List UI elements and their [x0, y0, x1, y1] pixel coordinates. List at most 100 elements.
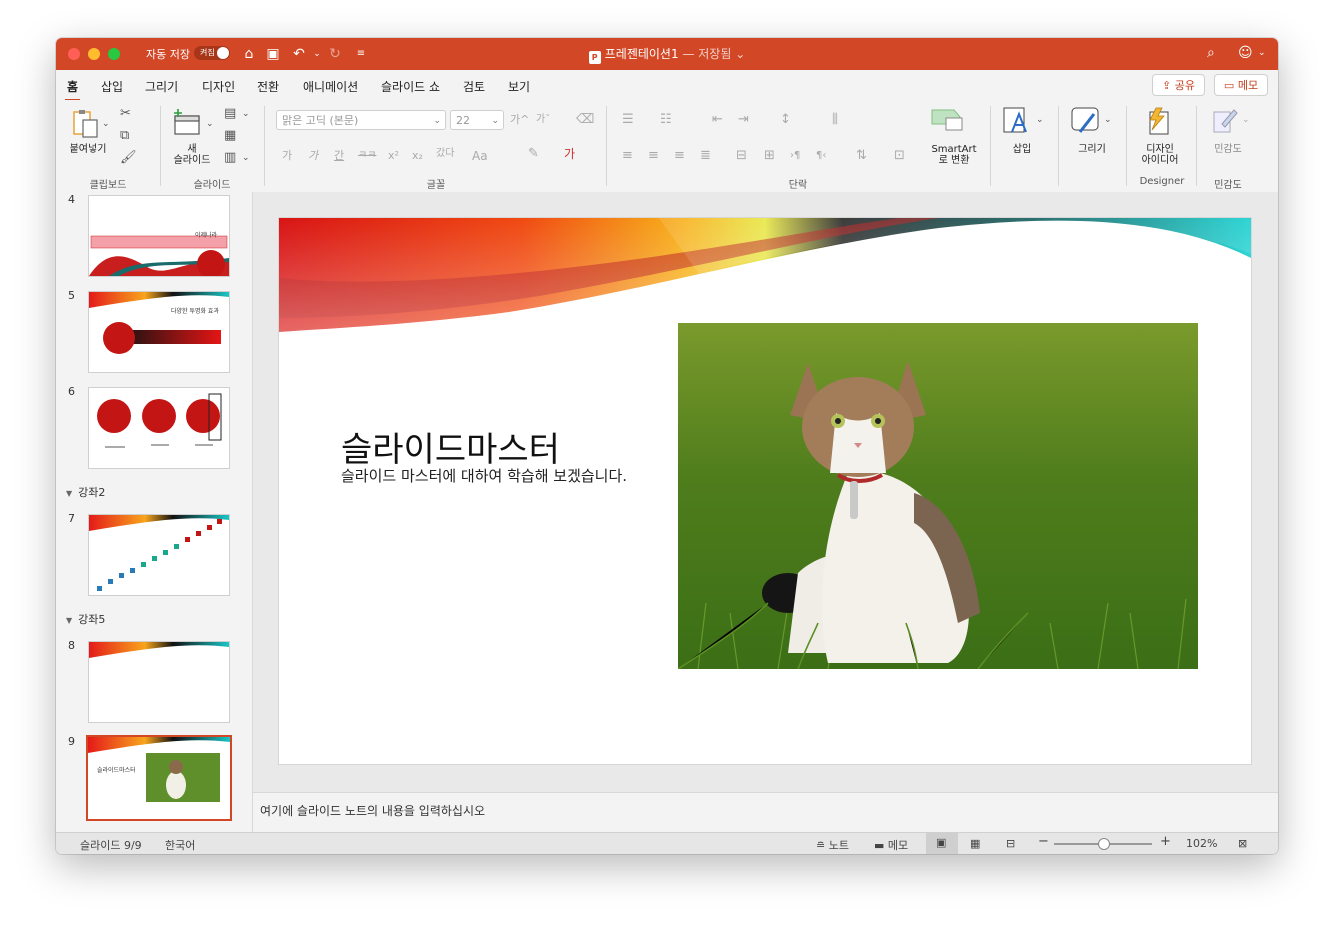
tab-review[interactable]: 검토: [463, 78, 485, 95]
zoom-out-icon[interactable]: −: [1038, 834, 1049, 849]
slide-thumbnail-7[interactable]: [88, 514, 230, 596]
new-slide-dropdown-icon[interactable]: ⌄: [206, 116, 214, 132]
tab-design[interactable]: 디자인: [202, 78, 235, 95]
shrink-font-icon[interactable]: 가ˇ: [536, 112, 550, 128]
slide-thumbnail-4[interactable]: 이제나라: [88, 195, 230, 277]
section-icon[interactable]: ▥: [224, 150, 236, 166]
tab-slide-show[interactable]: 슬라이드 쇼: [381, 78, 440, 95]
columns-icon[interactable]: ⫼: [832, 112, 838, 128]
text-box-icon[interactable]: [1002, 106, 1032, 136]
align-right-icon[interactable]: ≡: [674, 148, 685, 164]
subscript-icon[interactable]: x₂: [412, 148, 423, 164]
italic-icon[interactable]: 가: [308, 148, 318, 164]
comments-button[interactable]: ▭ 메모: [1214, 74, 1268, 96]
change-case-icon[interactable]: Aa: [472, 148, 488, 164]
text-direction-icon[interactable]: ⇅: [856, 148, 867, 164]
normal-view-button[interactable]: ▣: [926, 833, 958, 854]
rtl-icon[interactable]: ¶‹: [816, 148, 826, 164]
slide-thumbnail-9[interactable]: 슬라이드마스터: [86, 735, 232, 821]
tab-animations[interactable]: 애니메이션: [303, 78, 358, 95]
character-spacing-icon[interactable]: 갔다: [436, 146, 454, 162]
slide-title[interactable]: 슬라이드마스터: [341, 422, 560, 471]
insert-dropdown-icon[interactable]: ⌄: [1036, 112, 1044, 128]
font-name-select[interactable]: 맑은 고딕 (본문) ⌄: [276, 110, 446, 130]
smartart-label[interactable]: SmartArt 로 변환: [926, 144, 982, 166]
notes-toggle[interactable]: ≘ 노트: [816, 837, 849, 853]
slide-thumbnail-5[interactable]: 다양한 투명화 효과: [88, 291, 230, 373]
bullets-icon[interactable]: ☰: [622, 112, 634, 128]
smartart-icon[interactable]: [930, 106, 966, 132]
layout-icon[interactable]: ▤: [224, 106, 236, 122]
decrease-indent-icon[interactable]: ⇤: [712, 112, 723, 128]
slide-sorter-icon[interactable]: ▦: [970, 837, 980, 850]
sensitivity-dropdown-icon[interactable]: ⌄: [1242, 112, 1250, 128]
zoom-in-icon[interactable]: +: [1160, 834, 1171, 849]
cat-photo[interactable]: [678, 323, 1198, 669]
numbering-icon[interactable]: ☷: [660, 112, 672, 128]
new-slide-label[interactable]: 새 슬라이드: [170, 144, 214, 166]
zoom-slider-handle[interactable]: [1098, 838, 1110, 850]
comments-toggle[interactable]: ▬ 메모: [874, 837, 908, 853]
sensitivity-label[interactable]: 민감도: [1206, 144, 1250, 155]
current-slide[interactable]: 슬라이드마스터 슬라이드 마스터에 대하여 학습해 보겠습니다.: [279, 218, 1251, 764]
align-text-icon[interactable]: ⊡: [894, 148, 905, 164]
collapse-triangle-icon[interactable]: ▼: [66, 616, 72, 625]
paste-label[interactable]: 붙여넣기: [66, 144, 110, 155]
text-box-align-icon[interactable]: ⊞: [764, 148, 775, 164]
tab-draw[interactable]: 그리기: [145, 78, 178, 95]
distribute-icon[interactable]: ⊟: [736, 148, 747, 164]
section-header-2[interactable]: ▼ 강좌2: [66, 484, 105, 500]
align-left-icon[interactable]: ≡: [622, 148, 633, 164]
tab-insert[interactable]: 삽입: [101, 78, 123, 95]
reading-view-icon[interactable]: ⊟: [1006, 837, 1015, 850]
feedback-dropdown-icon[interactable]: ⌄: [1258, 48, 1266, 58]
font-size-select[interactable]: 22 ⌄: [450, 110, 504, 130]
line-spacing-icon[interactable]: ↕: [780, 112, 791, 128]
superscript-icon[interactable]: x²: [388, 148, 399, 164]
search-icon[interactable]: ⌕: [1207, 45, 1215, 61]
font-color-icon[interactable]: 가: [564, 146, 575, 162]
underline-icon[interactable]: 간: [334, 148, 344, 164]
copy-icon[interactable]: ⧉: [120, 128, 129, 144]
fit-to-window-icon[interactable]: ⊠: [1238, 837, 1247, 850]
draw-icon[interactable]: [1070, 106, 1102, 136]
grow-font-icon[interactable]: 가^: [510, 112, 529, 128]
paste-dropdown-icon[interactable]: ⌄: [102, 116, 110, 132]
sensitivity-icon[interactable]: [1212, 106, 1240, 136]
tab-transitions[interactable]: 전환: [257, 78, 279, 95]
reset-slide-icon[interactable]: ▦: [224, 128, 236, 144]
language-indicator[interactable]: 한국어: [165, 837, 195, 853]
cut-icon[interactable]: ✂: [120, 106, 131, 122]
slide-subtitle[interactable]: 슬라이드 마스터에 대하여 학습해 보겠습니다.: [341, 468, 659, 485]
design-ideas-icon[interactable]: [1144, 106, 1172, 136]
collapse-triangle-icon[interactable]: ▼: [66, 489, 72, 498]
tab-view[interactable]: 보기: [508, 78, 530, 95]
clear-formatting-icon[interactable]: ⌫: [576, 112, 594, 128]
draw-dropdown-icon[interactable]: ⌄: [1104, 112, 1112, 128]
strikethrough-icon[interactable]: ㅋㅋ: [358, 148, 376, 164]
layout-dropdown-icon[interactable]: ⌄: [242, 106, 250, 122]
highlight-icon[interactable]: ✎: [528, 146, 539, 162]
notes-placeholder[interactable]: 여기에 슬라이드 노트의 내용을 입력하십시오: [260, 802, 485, 819]
draw-label[interactable]: 그리기: [1070, 144, 1114, 155]
slide-thumbnail-6[interactable]: [88, 387, 230, 469]
zoom-level[interactable]: 102%: [1186, 837, 1217, 850]
new-slide-icon[interactable]: [172, 108, 202, 138]
paste-icon[interactable]: [70, 108, 102, 140]
section-header-5[interactable]: ▼ 강좌5: [66, 611, 105, 627]
share-button[interactable]: ⇪ 공유: [1152, 74, 1205, 96]
format-painter-icon[interactable]: 🖌: [120, 150, 137, 166]
design-ideas-label[interactable]: 디자인 아이디어: [1134, 144, 1186, 166]
notes-pane[interactable]: 여기에 슬라이드 노트의 내용을 입력하십시오: [253, 792, 1278, 833]
justify-icon[interactable]: ≣: [700, 148, 711, 164]
ltr-icon[interactable]: ›¶: [790, 148, 800, 164]
feedback-smiley-icon[interactable]: ☺: [1238, 45, 1253, 61]
bold-icon[interactable]: 가: [282, 148, 292, 164]
slide-thumbnail-8[interactable]: [88, 641, 230, 723]
section-dropdown-icon[interactable]: ⌄: [242, 150, 250, 166]
tab-home[interactable]: 홈: [64, 78, 81, 102]
align-center-icon[interactable]: ≡: [648, 148, 659, 164]
saved-status[interactable]: — 저장됨 ⌄: [682, 47, 745, 61]
insert-label[interactable]: 삽입: [1002, 144, 1042, 155]
increase-indent-icon[interactable]: ⇥: [738, 112, 749, 128]
